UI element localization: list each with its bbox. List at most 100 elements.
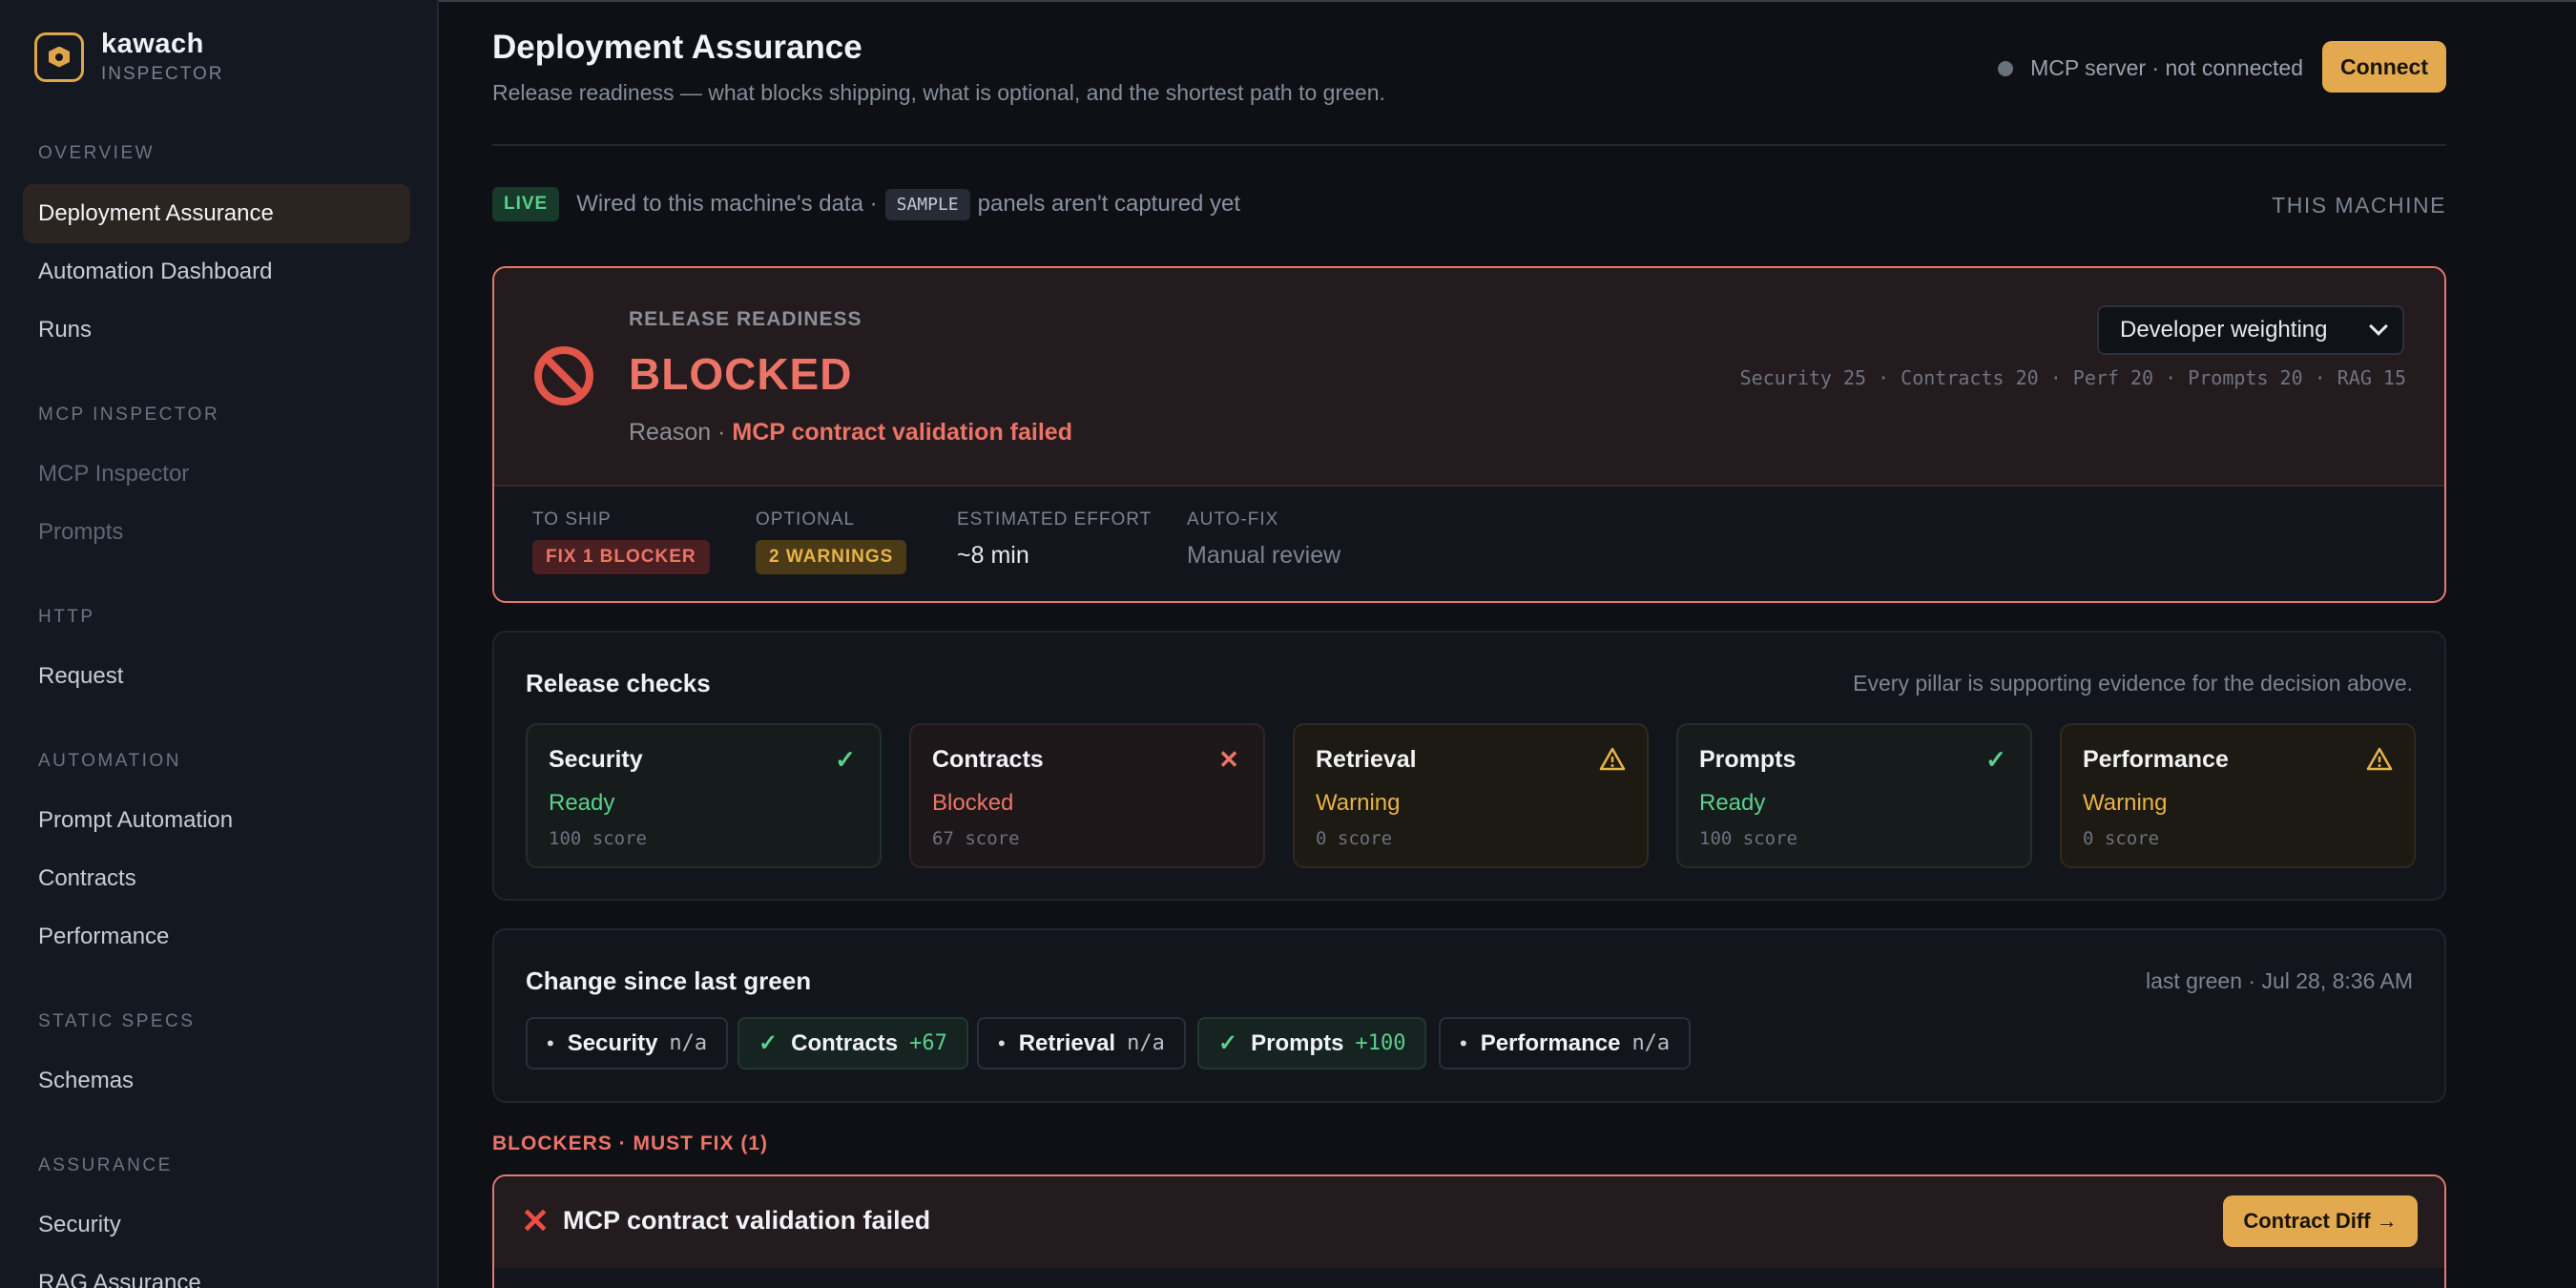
check-name: Retrieval [1316, 746, 1417, 773]
change-since-panel: Change since last green last green · Jul… [492, 928, 2446, 1103]
check-icon: ✓ [1985, 744, 2006, 774]
effort-value: ~8 min [957, 542, 1029, 569]
change-since-title: Change since last green [526, 966, 812, 995]
to-ship-col: TO SHIP FIX 1 BLOCKER [532, 509, 710, 574]
check-icon: ✓ [1218, 1030, 1238, 1056]
check-name: Security [549, 746, 643, 773]
sidebar-item-runs[interactable]: Runs [23, 301, 410, 360]
main-content: Deployment Assurance Release readiness —… [492, 0, 2446, 1288]
check-score: 100 score [549, 828, 647, 849]
sample-text: panels aren't captured yet [977, 191, 1241, 217]
blockers-heading: BLOCKERS · MUST FIX (1) [492, 1132, 768, 1154]
live-badge: LIVE [492, 187, 560, 221]
optional-label: OPTIONAL [756, 509, 856, 530]
connect-button[interactable]: Connect [2322, 41, 2446, 93]
last-green-timestamp: last green · Jul 28, 8:36 AM [2146, 968, 2413, 993]
check-card-prompts[interactable]: Prompts ✓ Ready 100 score [1676, 723, 2032, 868]
chip-name: Retrieval [1018, 1029, 1116, 1056]
release-readiness-card: RELEASE READINESS BLOCKED Reason · MCP c… [492, 266, 2446, 603]
chip-delta: +100 [1355, 1031, 1406, 1055]
chip-name: Performance [1480, 1029, 1621, 1056]
nav-section-automation: AUTOMATION [38, 751, 181, 771]
readiness-summary: RELEASE READINESS BLOCKED Reason · MCP c… [494, 268, 2444, 487]
sample-badge: SAMPLE [884, 188, 970, 220]
close-x-icon: ✕ [521, 1201, 551, 1240]
sidebar-item-security[interactable]: Security [23, 1195, 410, 1255]
mcp-connection-status: MCP server · not connected [1998, 55, 2303, 81]
chevron-down-icon [2369, 317, 2388, 336]
blocker-title: MCP contract validation failed [563, 1206, 931, 1235]
check-status: Ready [1699, 790, 1766, 816]
chip-delta: +67 [909, 1031, 947, 1055]
sidebar-item-deployment-assurance[interactable]: Deployment Assurance [23, 184, 410, 243]
effort-col: ESTIMATED EFFORT ~8 min [957, 509, 1152, 570]
nav-section-assurance: ASSURANCE [38, 1155, 173, 1175]
contract-diff-button[interactable]: Contract Diff → [2223, 1195, 2418, 1247]
weighting-value: Developer weighting [2120, 317, 2328, 343]
bullet-icon: • [547, 1030, 554, 1055]
change-chip-performance[interactable]: • Performance n/a [1439, 1017, 1692, 1070]
check-icon: ✓ [758, 1030, 779, 1056]
check-name: Performance [2083, 746, 2229, 773]
bullet-icon: • [998, 1030, 1006, 1055]
to-ship-label: TO SHIP [532, 509, 612, 530]
chip-name: Prompts [1251, 1029, 1344, 1056]
warning-icon [2366, 747, 2393, 771]
release-checks-note: Every pillar is supporting evidence for … [1853, 671, 2413, 696]
sidebar-item-prompts[interactable]: Prompts [23, 503, 410, 562]
check-card-security[interactable]: Security ✓ Ready 100 score [526, 723, 882, 868]
change-chip-retrieval[interactable]: • Retrieval n/a [977, 1017, 1186, 1070]
check-status: Ready [549, 790, 615, 816]
reason-prefix: Reason · [629, 419, 726, 446]
mcp-status-text: MCP server · not connected [2030, 55, 2303, 80]
weighting-select[interactable]: Developer weighting [2097, 305, 2404, 355]
check-score: 0 score [1316, 828, 1393, 849]
optional-col: OPTIONAL 2 WARNINGS [756, 509, 907, 574]
to-ship-badge: FIX 1 BLOCKER [532, 540, 710, 574]
nav-section-mcp-inspector: MCP INSPECTOR [38, 405, 220, 425]
status-dot-icon [1998, 60, 2014, 76]
sidebar: kawach INSPECTOR OVERVIEW Deployment Ass… [0, 0, 439, 1288]
blocked-icon [534, 346, 593, 405]
kawach-logo-icon [34, 31, 84, 82]
sidebar-item-rag-assurance[interactable]: RAG Assurance [23, 1254, 410, 1288]
sidebar-item-mcp-inspector[interactable]: MCP Inspector [23, 445, 410, 504]
brand-subtitle: INSPECTOR [101, 64, 224, 84]
sidebar-item-automation-dashboard[interactable]: Automation Dashboard [23, 242, 410, 301]
chip-delta: n/a [669, 1031, 708, 1055]
chip-delta: n/a [1127, 1031, 1165, 1055]
check-score: 0 score [2083, 828, 2160, 849]
release-checks-title: Release checks [526, 669, 711, 697]
scope-label: THIS MACHINE [2272, 193, 2446, 218]
release-checks-panel: Release checks Every pillar is supportin… [492, 631, 2446, 901]
readiness-actions: TO SHIP FIX 1 BLOCKER OPTIONAL 2 WARNING… [494, 487, 2444, 601]
check-icon: ✓ [835, 744, 856, 774]
sidebar-item-prompt-automation[interactable]: Prompt Automation [23, 791, 410, 850]
blocker-header: ✕ MCP contract validation failed Contrac… [494, 1176, 2444, 1268]
x-icon: ✕ [1218, 744, 1239, 774]
change-chip-prompts[interactable]: ✓ Prompts +100 [1197, 1017, 1427, 1070]
bullet-icon: • [1460, 1030, 1467, 1055]
readiness-reason: Reason · MCP contract validation failed [629, 419, 1072, 447]
check-card-retrieval[interactable]: Retrieval Warning 0 score [1293, 723, 1649, 868]
page-subtitle: Release readiness — what blocks shipping… [492, 80, 1385, 105]
check-card-performance[interactable]: Performance Warning 0 score [2060, 723, 2416, 868]
sidebar-item-schemas[interactable]: Schemas [23, 1051, 410, 1111]
sidebar-item-contracts[interactable]: Contracts [23, 849, 410, 908]
live-text: Wired to this machine's data · [576, 191, 878, 217]
readiness-label: RELEASE READINESS [629, 308, 862, 330]
nav-section-http: HTTP [38, 607, 95, 627]
blocker-card: ✕ MCP contract validation failed Contrac… [492, 1174, 2446, 1288]
effort-label: ESTIMATED EFFORT [957, 509, 1153, 530]
change-chip-security[interactable]: • Security n/a [526, 1017, 729, 1070]
sidebar-item-request[interactable]: Request [23, 647, 410, 706]
warning-icon [1599, 747, 1626, 771]
nav-section-static-specs: STATIC SPECS [38, 1011, 196, 1031]
brand[interactable]: kawach INSPECTOR [34, 29, 224, 85]
check-status: Warning [1316, 790, 1401, 816]
change-chip-contracts[interactable]: ✓ Contracts +67 [737, 1017, 968, 1070]
brand-name: kawach [101, 29, 204, 59]
chip-name: Security [567, 1029, 658, 1056]
check-card-contracts[interactable]: Contracts ✕ Blocked 67 score [909, 723, 1265, 868]
sidebar-item-performance[interactable]: Performance [23, 907, 410, 966]
